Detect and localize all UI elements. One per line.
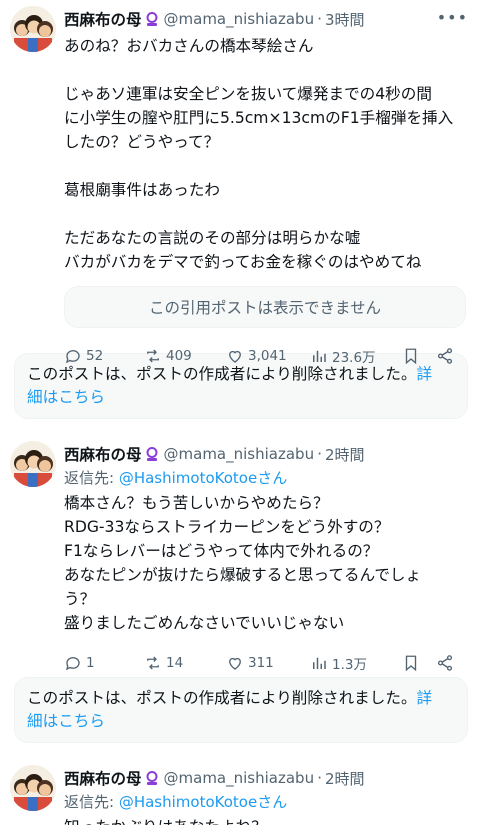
repost-icon — [147, 349, 159, 363]
heart-icon — [229, 350, 241, 363]
author-name[interactable]: 西麻布の母 — [64, 8, 142, 30]
text-line: に小学生の膣や肛門に5.5cm×13cmのF1手榴弾を挿入 — [64, 109, 454, 127]
reply-mention-link[interactable]: @HashimotoKotoeさん — [119, 469, 287, 487]
repost-button[interactable]: 409 — [144, 347, 226, 365]
post-header: 西麻布の母 @mama_nishiazabu · 2時間 — [64, 765, 468, 791]
share-button[interactable] — [436, 654, 458, 672]
like-count: 311 — [248, 655, 274, 671]
repost-count: 409 — [166, 348, 192, 364]
text-line: RDG-33ならストライカーピンをどう外すの？ — [64, 518, 390, 536]
post-text: あのね？おバカさんの橋本琴絵さん じゃあソ連軍は安全ピンを抜いて爆発までの4秒の… — [64, 34, 468, 274]
post-time[interactable]: 2時間 — [325, 768, 365, 789]
avatar[interactable] — [10, 765, 56, 811]
separator-dot: · — [317, 445, 323, 463]
text-line: 盛りましたごめんなさいでいいじゃない — [64, 614, 345, 632]
text-line: F1ならレバーはどうやって体内で外れるの？ — [64, 542, 379, 560]
reply-to-line: 返信先: @HashimotoKotoeさん — [64, 791, 468, 813]
text-line: あなたピンが抜けたら爆破すると思ってるんでしょ — [64, 566, 422, 584]
reply-to-line: 返信先: @HashimotoKotoeさん — [64, 467, 468, 489]
author-name[interactable]: 西麻布の母 — [64, 767, 142, 789]
separator-dot: · — [317, 769, 323, 787]
share-icon — [437, 348, 453, 364]
quote-unavailable-box: この引用ポストは表示できません — [64, 286, 466, 328]
text-line: 知ったかぶりはあなたよね？ — [64, 815, 468, 825]
share-button[interactable] — [436, 347, 458, 365]
reply-icon — [65, 350, 80, 364]
views-button[interactable]: 23.6万 — [310, 346, 402, 366]
reply-mention-link[interactable]: @HashimotoKotoeさん — [119, 793, 287, 811]
author-handle[interactable]: @mama_nishiazabu — [164, 769, 315, 787]
views-chart-icon — [313, 350, 326, 362]
views-chart-icon — [313, 657, 326, 669]
details-link[interactable]: 詳 — [417, 689, 433, 707]
purple-ring-badge-icon — [144, 11, 160, 27]
deleted-text: このポストは、ポストの作成者により削除されました。 — [27, 689, 417, 707]
text-line: ただあなたの言説のその部分は明らかな嘘 — [64, 229, 361, 247]
author-name[interactable]: 西麻布の母 — [64, 443, 142, 465]
purple-ring-badge-icon — [144, 770, 160, 786]
like-button[interactable]: 311 — [226, 654, 310, 672]
views-button[interactable]: 1.3万 — [310, 653, 402, 673]
text-line: じゃあソ連軍は安全ピンを抜いて爆発までの4秒の間 — [64, 85, 432, 103]
repost-icon — [147, 656, 159, 670]
views-count: 23.6万 — [332, 350, 376, 366]
reply-button[interactable]: 1 — [64, 654, 144, 672]
action-bar: 52 409 3,041 23.6万 — [64, 334, 468, 378]
post-text: 橋本さん？もう苦しいからやめたら？ RDG-33ならストライカーピンをどう外すの… — [64, 491, 468, 635]
text-line: 葛根廟事件はあったわ — [64, 181, 220, 199]
reply-prefix: 返信先: — [64, 793, 119, 811]
avatar[interactable] — [10, 441, 56, 487]
action-bar: 1 14 311 1.3万 — [64, 641, 468, 685]
author-handle[interactable]: @mama_nishiazabu — [164, 445, 315, 463]
post-header: 西麻布の母 @mama_nishiazabu · 3時間 — [64, 6, 468, 32]
text-line: 橋本さん？もう苦しいからやめたら？ — [64, 494, 329, 512]
repost-count: 14 — [166, 655, 184, 671]
reply-icon — [65, 657, 80, 671]
bookmark-button[interactable] — [402, 347, 436, 365]
more-options-icon[interactable]: ••• — [437, 8, 468, 27]
like-count: 3,041 — [248, 348, 287, 364]
bookmark-icon — [405, 348, 417, 365]
post-time[interactable]: 2時間 — [325, 444, 365, 465]
reply-count: 52 — [86, 348, 104, 364]
details-link[interactable]: 細はこちら — [27, 388, 105, 406]
reply-prefix: 返信先: — [64, 469, 119, 487]
post-header: 西麻布の母 @mama_nishiazabu · 2時間 — [64, 441, 468, 467]
share-icon — [437, 655, 453, 671]
timeline-feed: ••• 西麻布の母 @mama_nishiazabu · 3時間 あのね？おバカ… — [0, 0, 480, 825]
text-line: う？ — [64, 590, 96, 608]
post-1[interactable]: ••• 西麻布の母 @mama_nishiazabu · 3時間 あのね？おバカ… — [0, 0, 480, 366]
details-link[interactable]: 細はこちら — [27, 712, 105, 730]
reply-button[interactable]: 52 — [64, 347, 144, 365]
post-text: 知ったかぶりはあなたよね？ — [64, 815, 468, 825]
post-2[interactable]: 西麻布の母 @mama_nishiazabu · 2時間 返信先: @Hashi… — [0, 435, 480, 673]
text-line: あのね？おバカさんの橋本琴絵さん — [64, 37, 314, 55]
purple-ring-badge-icon — [144, 446, 160, 462]
bookmark-button[interactable] — [402, 654, 436, 672]
post-time[interactable]: 3時間 — [325, 9, 365, 30]
heart-icon — [229, 657, 241, 670]
repost-button[interactable]: 14 — [144, 654, 226, 672]
post-3[interactable]: 西麻布の母 @mama_nishiazabu · 2時間 返信先: @Hashi… — [0, 759, 480, 825]
text-line: したの？どうやって？ — [64, 133, 220, 151]
reply-count: 1 — [86, 655, 95, 671]
bookmark-icon — [405, 655, 417, 672]
separator-dot: · — [317, 10, 323, 28]
author-handle[interactable]: @mama_nishiazabu — [164, 10, 315, 28]
like-button[interactable]: 3,041 — [226, 347, 310, 365]
views-count: 1.3万 — [332, 657, 367, 673]
avatar[interactable] — [10, 6, 56, 52]
deleted-post-notice: このポストは、ポストの作成者により削除されました。詳細はこちら — [14, 677, 468, 743]
text-line: バカがバカをデマで釣ってお金を稼ぐのはやめてね — [64, 253, 422, 271]
